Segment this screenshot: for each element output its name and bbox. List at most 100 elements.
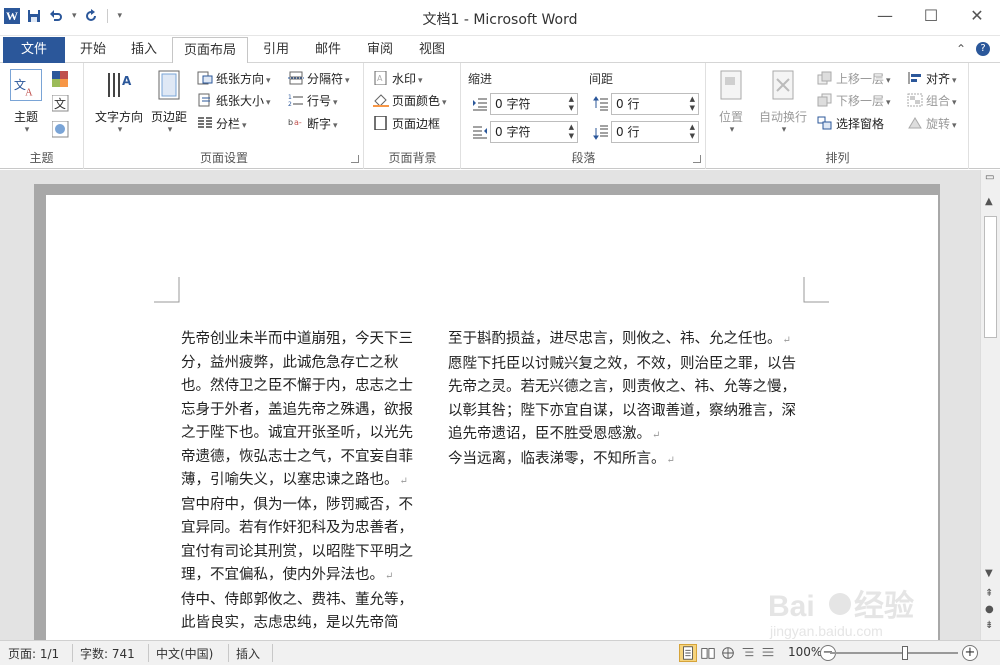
send-backward-button[interactable]: 下移一层 ▾ (817, 91, 891, 111)
scroll-up-icon[interactable]: ▲ (985, 196, 993, 207)
document-page[interactable]: 先帝创业未半而中道崩殂，今天下三分，益州疲弊，此诚危急存亡之秋也。然侍卫之臣不懈… (46, 195, 938, 640)
page-color-button[interactable]: 页面颜色 ▾ (373, 91, 447, 111)
web-layout-view-icon[interactable] (719, 644, 737, 662)
status-separator (228, 644, 229, 662)
previous-page-icon[interactable]: ⇞ (985, 588, 993, 599)
ruler-toggle-icon[interactable]: ▭ (985, 172, 994, 183)
page-color-dropdown-icon: ▾ (442, 98, 447, 108)
full-screen-reading-view-icon[interactable] (699, 644, 717, 662)
zoom-in-button[interactable]: + (962, 645, 978, 661)
line-numbers-icon: 12 (288, 94, 303, 107)
wrap-text-button[interactable]: 自动换行 ▾ (753, 69, 813, 135)
zoom-level[interactable]: 100% (788, 645, 822, 659)
print-layout-view-icon[interactable] (679, 644, 697, 662)
margins-icon (158, 70, 180, 100)
group-objects-button[interactable]: 组合 ▾ (907, 91, 957, 111)
word-app-icon[interactable]: W (4, 8, 20, 24)
columns-button[interactable]: 分栏 ▾ (197, 114, 247, 134)
tab-home[interactable]: 开始 (76, 37, 110, 63)
paragraph-text: 愿陛下托臣以讨贼兴复之效，不效，则治臣之罪，以告先帝之灵。若无兴德之言，则责攸之… (448, 355, 796, 443)
tab-mailings[interactable]: 邮件 (310, 37, 346, 63)
watermark-icon: A (374, 71, 387, 85)
maximize-button[interactable]: ☐ (908, 0, 954, 32)
scroll-thumb[interactable] (984, 216, 997, 338)
tab-page-layout[interactable]: 页面布局 (172, 37, 248, 64)
close-button[interactable]: ✕ (954, 0, 1000, 32)
language-indicator[interactable]: 中文(中国) (156, 645, 213, 662)
undo-dropdown-icon[interactable]: ▾ (72, 11, 77, 21)
minimize-ribbon-icon[interactable]: ⌃ (956, 42, 966, 56)
paragraph: 侍中、侍郎郭攸之、费祎、董允等，此皆良实，志虑忠纯，是以先帝简 (181, 589, 421, 636)
paragraph-text: 先帝创业未半而中道崩殂，今天下三分，益州疲弊，此诚危急存亡之秋也。然侍卫之臣不懈… (181, 331, 413, 488)
indent-right-input[interactable]: 0 字符 ▲ ▼ (490, 121, 578, 143)
insert-mode-indicator[interactable]: 插入 (236, 645, 260, 662)
spacing-before-spinner-icon[interactable]: ▲ ▼ (690, 95, 695, 113)
watermark-button[interactable]: A 水印 ▾ (373, 69, 423, 89)
tab-view[interactable]: 视图 (414, 37, 450, 63)
spacing-after-spinner-icon[interactable]: ▲ ▼ (690, 123, 695, 141)
text-direction-button[interactable]: A 文字方向 ▾ (89, 69, 149, 135)
size-button[interactable]: 纸张大小 ▾ (197, 91, 271, 111)
text-column-2[interactable]: 至于斟酌损益，进尽忠言，则攸之、祎、允之任也。↵ 愿陛下托臣以讨贼兴复之效，不效… (448, 328, 810, 472)
align-icon (908, 72, 921, 84)
indent-left-input[interactable]: 0 字符 ▲ ▼ (490, 93, 578, 115)
position-button[interactable]: 位置 ▾ (711, 69, 751, 135)
vertical-scrollbar[interactable]: ▭ ▲ ▼ ⇞ ● ⇟ (980, 170, 1000, 640)
theme-colors-icon[interactable] (52, 71, 70, 87)
tab-review[interactable]: 审阅 (362, 37, 398, 63)
rotate-icon (908, 117, 922, 129)
redo-icon[interactable] (83, 8, 99, 24)
scroll-down-icon[interactable]: ▼ (985, 568, 993, 579)
undo-icon[interactable] (48, 8, 64, 24)
group-objects-icon (907, 93, 923, 107)
text-column-1[interactable]: 先帝创业未半而中道崩殂，今天下三分，益州疲弊，此诚危急存亡之秋也。然侍卫之臣不懈… (181, 328, 421, 636)
document-area[interactable]: 先帝创业未半而中道崩殂，今天下三分，益州疲弊，此诚危急存亡之秋也。然侍卫之臣不懈… (0, 170, 980, 640)
theme-fonts-icon[interactable]: 文 (52, 95, 70, 113)
orientation-button[interactable]: 纸张方向 ▾ (197, 69, 271, 89)
align-button[interactable]: 对齐 ▾ (907, 69, 957, 89)
page-count[interactable]: 页面: 1/1 (8, 645, 59, 662)
paragraph: 今当远离，临表涕零，不知所言。↵ (448, 448, 810, 473)
breaks-button[interactable]: 分隔符 ▾ (288, 69, 350, 89)
hyphenation-button[interactable]: b a- 断字 ▾ (288, 114, 338, 134)
indent-section-label: 缩进 (468, 72, 493, 86)
svg-text:A: A (25, 87, 33, 98)
select-browse-object-icon[interactable]: ● (985, 604, 994, 615)
zoom-slider-thumb[interactable] (902, 646, 908, 660)
save-icon[interactable] (26, 8, 42, 24)
rotate-button[interactable]: 旋转 ▾ (907, 114, 957, 134)
outline-view-icon[interactable] (739, 644, 757, 662)
theme-button[interactable]: 文 A 主题 ▾ (6, 69, 46, 135)
group-page-background-label: 页面背景 (388, 151, 437, 165)
margins-button[interactable]: 页边距 ▾ (149, 69, 189, 135)
selection-pane-button[interactable]: 选择窗格 (817, 114, 884, 134)
tab-file[interactable]: 文件 (3, 37, 65, 63)
wrap-text-dropdown-icon: ▾ (781, 125, 787, 135)
tab-references[interactable]: 引用 (258, 37, 294, 63)
theme-effects-icon[interactable] (52, 121, 70, 139)
tab-insert[interactable]: 插入 (126, 37, 162, 63)
minimize-button[interactable]: — (862, 0, 908, 32)
next-page-icon[interactable]: ⇟ (985, 620, 993, 631)
help-icon[interactable]: ? (976, 42, 990, 56)
paragraph-mark-icon: ↵ (399, 476, 408, 487)
svg-text:文: 文 (54, 96, 66, 111)
spacing-after-input[interactable]: 0 行 ▲ ▼ (611, 121, 699, 143)
page-color-icon (373, 94, 389, 107)
group-theme: 文 A 主题 ▾ 文 主题 (0, 63, 84, 169)
customize-qat-icon[interactable]: ▾ (118, 11, 123, 21)
bring-forward-button[interactable]: 上移一层 ▾ (817, 69, 891, 89)
draft-view-icon[interactable] (759, 644, 777, 662)
ribbon: 文 A 主题 ▾ 文 主题 A 文字方向 ▾ 页边距 ▾ 纸张方向 ▾ 纸张大小 ▾ (0, 63, 1000, 169)
word-count[interactable]: 字数: 741 (80, 645, 135, 662)
indent-right-spinner-icon[interactable]: ▲ ▼ (569, 123, 574, 141)
spacing-before-input[interactable]: 0 行 ▲ ▼ (611, 93, 699, 115)
crop-mark-top-left (154, 277, 180, 303)
indent-left-spinner-icon[interactable]: ▲ ▼ (569, 95, 574, 113)
zoom-slider-track[interactable] (830, 652, 958, 654)
paragraph-launcher-icon[interactable] (693, 155, 701, 163)
line-numbers-button[interactable]: 1 2 行号 ▾ (288, 91, 338, 111)
page-setup-launcher-icon[interactable] (351, 155, 359, 163)
group-page-setup: A 文字方向 ▾ 页边距 ▾ 纸张方向 ▾ 纸张大小 ▾ 分栏 ▾ 分隔符 ▾ 1 2 行号… (85, 63, 364, 169)
page-borders-button[interactable]: 页面边框 (373, 114, 440, 134)
